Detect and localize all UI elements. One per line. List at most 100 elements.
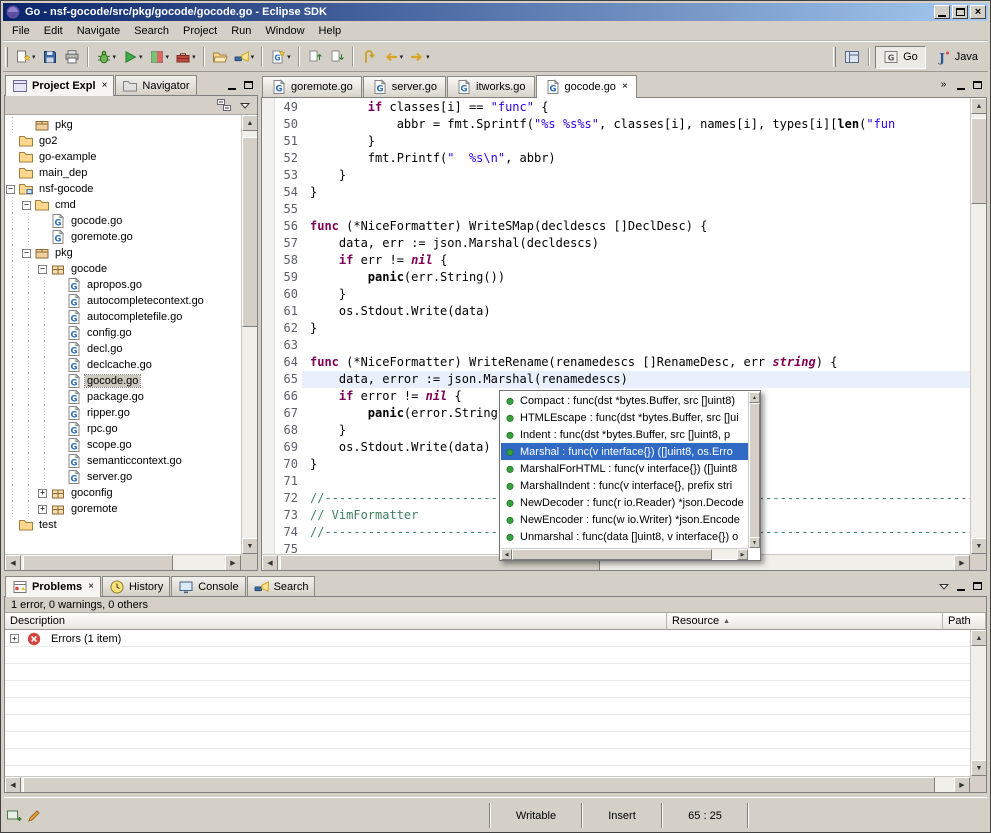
scroll-left-icon[interactable]: ◀ [5,777,21,792]
problems-vertical-scrollbar[interactable]: ▲▼ [970,630,986,776]
dropdown-arrow-icon[interactable]: ▾ [287,53,291,61]
menu-window[interactable]: Window [258,22,311,40]
view-menu-button[interactable] [236,97,254,113]
close-tab-icon[interactable]: × [88,582,94,592]
autocomplete-item[interactable]: MarshalForHTML : func(v interface{}) ([]… [501,460,748,477]
minimize-button[interactable] [224,78,239,92]
tree-item-apropos-go[interactable]: Gapropos.go [5,277,241,293]
autocomplete-item[interactable]: NewDecoder : func(r io.Reader) *json.Dec… [501,494,748,511]
tab-list-button[interactable]: » [936,78,951,92]
autocomplete-item[interactable]: MarshalIndent : func(v interface{}, pref… [501,477,748,494]
row-expander-icon[interactable]: + [10,634,19,643]
popup-horizontal-scrollbar[interactable]: ◀▶ [501,548,748,559]
scroll-left-icon[interactable]: ◀ [5,555,21,570]
title-bar[interactable]: Go - nsf-gocode/src/pkg/gocode/gocode.go… [3,3,988,21]
tree-expander-icon[interactable]: + [38,505,47,514]
maximize-button[interactable] [241,78,256,92]
tree-expander-icon[interactable]: − [6,185,15,194]
minimize-button[interactable] [953,579,968,593]
tree-item-semanticcontext-go[interactable]: Gsemanticcontext.go [5,453,241,469]
perspective-java-button[interactable]: JJava [927,46,986,69]
minimize-button[interactable] [953,78,968,92]
scroll-up-icon[interactable]: ▲ [971,98,987,114]
new-go-element-button[interactable]: G▾ [267,45,294,69]
scroll-down-icon[interactable]: ▼ [749,537,760,548]
scroll-down-icon[interactable]: ▼ [971,760,986,776]
toolbar-grip[interactable] [5,47,8,67]
tree-item-scope-go[interactable]: Gscope.go [5,437,241,453]
code-line-53[interactable]: } [310,167,970,184]
autocomplete-item[interactable]: Marshal : func(v interface{}) ([]uint8, … [501,443,748,460]
perspective-go-button[interactable]: GGo [875,46,926,69]
problems-row[interactable]: +Errors (1 item) [5,630,970,647]
scroll-up-icon[interactable]: ▲ [242,115,257,131]
tree-item-nsf-gocode[interactable]: −nsf-gocode [5,181,241,197]
scrollbar-thumb[interactable] [512,549,712,560]
tree-item-go2[interactable]: go2 [5,133,241,149]
scrollbar-thumb[interactable] [23,555,173,570]
code-line-55[interactable] [310,201,970,218]
scroll-right-icon[interactable]: ▶ [737,549,748,560]
collapse-all-button[interactable] [215,97,233,113]
tab-search[interactable]: Search [247,576,316,596]
autocomplete-item[interactable]: NewEncoder : func(w io.Writer) *json.Enc… [501,511,748,528]
tree-item-goconfig[interactable]: +goconfig [5,485,241,501]
coverage-button[interactable]: ▾ [146,45,173,69]
code-line-54[interactable]: } [310,184,970,201]
column-header-description[interactable]: Description [5,613,667,630]
scroll-left-icon[interactable]: ◀ [262,555,278,571]
code-line-49[interactable]: if classes[i] == "func" { [310,99,970,116]
tree-item-pkg[interactable]: pkg [5,117,241,133]
view-menu-button[interactable] [936,579,951,593]
tab-project-expl[interactable]: Project Expl× [5,75,114,96]
tab-navigator[interactable]: Navigator [115,75,196,95]
tree-item-main-dep[interactable]: main_dep [5,165,241,181]
tab-problems[interactable]: Problems× [5,576,101,597]
editor-vertical-scrollbar[interactable]: ▲▼ [970,98,986,554]
tree-expander-icon[interactable]: + [38,489,47,498]
maximize-button[interactable] [970,78,985,92]
code-line-65[interactable]: data, error := json.Marshal(renamedescs) [302,371,970,388]
tab-gocode-go[interactable]: Ggocode.go× [536,75,637,98]
close-tab-icon[interactable]: × [622,82,628,92]
dropdown-arrow-icon[interactable]: ▾ [32,53,36,61]
tree-item-gocode[interactable]: −gocode [5,261,241,277]
dropdown-arrow-icon[interactable]: ▾ [113,53,117,61]
scrollbar-thumb[interactable] [23,777,935,792]
tree-item-goremote-go[interactable]: Ggoremote.go [5,229,241,245]
next-annotation-button[interactable] [326,45,348,69]
menu-run[interactable]: Run [224,22,258,40]
run-button[interactable]: ▾ [119,45,146,69]
pencil-icon[interactable] [24,806,44,826]
new-wizard-button[interactable]: ▾ [12,45,39,69]
menu-help[interactable]: Help [312,22,349,40]
close-button[interactable]: × [970,5,986,19]
dropdown-arrow-icon[interactable]: ▾ [426,53,430,61]
open-perspective-button[interactable] [841,45,863,69]
scrollbar-thumb[interactable] [971,118,987,204]
maximize-button[interactable] [970,579,985,593]
autocomplete-item[interactable]: Compact : func(dst *bytes.Buffer, src []… [501,392,748,409]
back-button[interactable]: ▾ [380,45,407,69]
dropdown-arrow-icon[interactable]: ▾ [139,53,143,61]
code-line-58[interactable]: if err != nil { [310,252,970,269]
minimize-button[interactable] [934,5,950,19]
scrollbar-thumb[interactable] [242,137,257,327]
tab-itworks-go[interactable]: Gitworks.go [447,76,535,97]
previous-annotation-button[interactable] [304,45,326,69]
open-resource-button[interactable] [209,45,231,69]
tree-item-config-go[interactable]: Gconfig.go [5,325,241,341]
code-line-64[interactable]: func (*NiceFormatter) WriteRename(rename… [310,354,970,371]
scroll-right-icon[interactable]: ▶ [954,777,970,792]
tree-expander-icon[interactable]: − [38,265,47,274]
code-line-61[interactable]: os.Stdout.Write(data) [310,303,970,320]
tree-expander-icon[interactable]: − [22,249,31,258]
tree-item-declcache-go[interactable]: Gdeclcache.go [5,357,241,373]
tab-server-go[interactable]: Gserver.go [363,76,446,97]
dropdown-arrow-icon[interactable]: ▾ [166,53,170,61]
close-tab-icon[interactable]: × [102,81,108,91]
code-line-57[interactable]: data, err := json.Marshal(decldescs) [310,235,970,252]
scroll-down-icon[interactable]: ▼ [242,538,257,554]
tree-item-ripper-go[interactable]: Gripper.go [5,405,241,421]
dropdown-arrow-icon[interactable]: ▾ [251,53,255,61]
